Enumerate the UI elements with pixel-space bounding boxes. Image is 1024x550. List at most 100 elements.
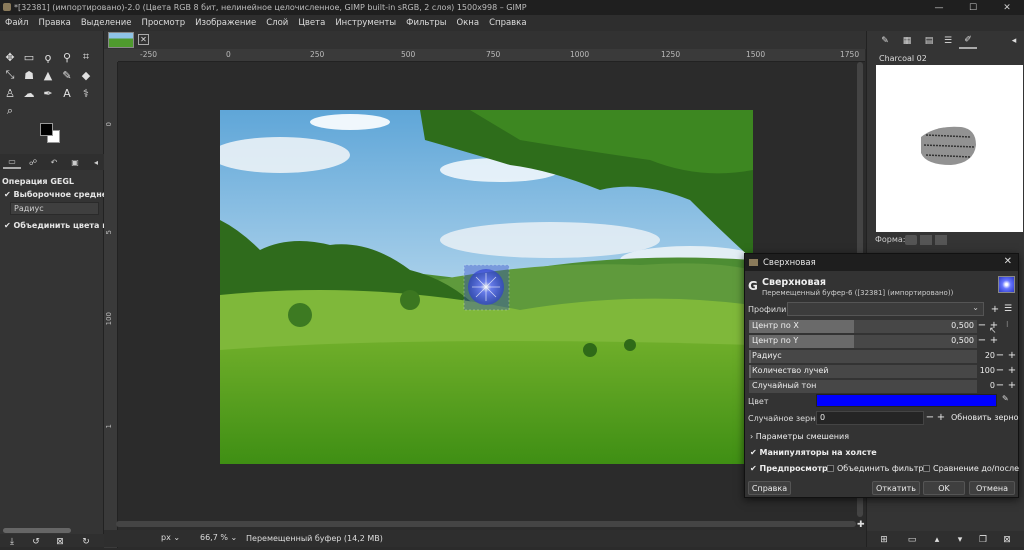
compare-checkbox[interactable]: Сравнение до/после [923,464,1019,473]
color-button[interactable] [816,394,997,407]
radius-field[interactable]: Радиус [10,202,99,215]
images-tab-icon[interactable]: ▣ [66,155,84,169]
add-profile-icon[interactable]: + [990,304,1000,316]
raise-icon[interactable]: ▴ [929,532,945,548]
layers-tab-icon[interactable]: ☰ [939,33,957,49]
crop-icon[interactable]: ⌗ [78,49,94,65]
close-image-icon[interactable]: ✕ [138,34,149,45]
lower-icon[interactable]: ▾ [952,532,968,548]
blend-params-expander[interactable]: › Параметры смешения [750,432,849,441]
new-group-icon[interactable]: ▭ [904,532,920,548]
menu-filters[interactable]: Фильтры [401,18,451,28]
text-tool-icon[interactable]: A [59,85,75,101]
menu-help[interactable]: Справка [484,18,531,28]
merge-filter-checkbox[interactable]: Объединить фильтр [827,464,924,473]
menu-image[interactable]: Изображение [190,18,261,28]
lasso-icon[interactable]: ϙ [40,49,56,65]
paint-brush-tab-icon[interactable]: ✎ [876,33,894,49]
save-options-icon[interactable]: ⤓ [4,534,20,550]
duplicate-icon[interactable]: ❐ [975,532,991,548]
canvas-handles-checkbox[interactable]: ✔ Манипуляторы на холсте [750,448,877,457]
random-hue-slider[interactable]: Случайный тон 0 [749,380,995,393]
decrement-icon[interactable]: − [977,320,987,332]
cancel-button[interactable]: Отмена [969,481,1015,495]
seed-input[interactable]: 0 [816,411,924,425]
menu-layer[interactable]: Слой [261,18,293,28]
preview-checkbox[interactable]: ✔ Предпросмотр [750,464,828,473]
toolbox-scrollbar[interactable] [3,528,71,533]
tool-options-tab-icon[interactable]: ▭ [3,155,21,169]
menu-file[interactable]: Файл [0,18,33,28]
increment-icon[interactable]: + [936,412,946,424]
shape-square-button[interactable] [920,235,932,245]
rect-select-icon[interactable]: ▭ [21,49,37,65]
profiles-select[interactable]: ⌄ [787,302,984,316]
navigate-icon[interactable]: ✚ [857,520,865,530]
warp-icon[interactable]: ☗ [21,67,37,83]
menu-windows[interactable]: Окна [451,18,484,28]
center-x-slider[interactable]: Центр по X 0,500 [749,320,977,333]
device-status-tab-icon[interactable]: ☍ [24,155,42,169]
color-picker-icon[interactable]: ✎ [1002,394,1014,407]
decrement-icon[interactable]: − [977,335,987,347]
shape-diamond-button[interactable] [935,235,947,245]
patterns-tab-icon[interactable]: ▦ [898,33,916,49]
configure-tab-icon[interactable]: ◂ [87,155,105,169]
zoom-icon[interactable]: ⌕ [2,103,18,119]
image-thumbnail[interactable] [108,32,134,48]
horizontal-scrollbar[interactable] [116,521,856,527]
image-canvas[interactable] [220,110,753,464]
paintbrush-icon[interactable]: ✎ [59,67,75,83]
foreground-color-swatch[interactable] [40,123,53,136]
path-icon[interactable]: ✒ [40,85,56,101]
increment-icon[interactable]: + [1007,380,1017,392]
menu-select[interactable]: Выделение [76,18,137,28]
bucket-fill-icon[interactable]: ▲ [40,67,56,83]
increment-icon[interactable]: + [1007,365,1017,377]
smudge-icon[interactable]: ☁ [21,85,37,101]
fonts-tab-icon[interactable]: ▤ [920,33,938,49]
undo-history-tab-icon[interactable]: ↶ [45,155,63,169]
delete-options-icon[interactable]: ⊠ [52,534,68,550]
unit-select[interactable]: px ⌄ [161,533,191,545]
dialog-close-button[interactable]: ✕ [1004,256,1012,267]
color-picker-icon[interactable]: ⚕ [78,85,94,101]
menu-view[interactable]: Просмотр [136,18,190,28]
increment-icon[interactable]: + [1007,350,1017,362]
fuzzy-select-icon[interactable]: ⚲ [59,49,75,65]
restore-options-icon[interactable]: ↺ [28,534,44,550]
menu-tools[interactable]: Инструменты [330,18,401,28]
decrement-icon[interactable]: − [995,350,1005,362]
new-layer-icon[interactable]: ⊞ [876,532,892,548]
shape-circle-button[interactable] [905,235,917,245]
spokes-slider[interactable]: Количество лучей 100 [749,365,995,378]
pick-center-icon[interactable]: ↖ [989,326,999,342]
ok-button[interactable]: OK [923,481,965,495]
decrement-icon[interactable]: − [925,412,935,424]
maximize-button[interactable]: ☐ [956,0,990,15]
radius-slider[interactable]: Радиус 20 [749,350,995,363]
manage-profiles-icon[interactable]: ☰ [1003,304,1013,316]
minimize-button[interactable]: — [922,0,956,15]
decrement-icon[interactable]: − [995,380,1005,392]
close-button[interactable]: ✕ [990,0,1024,15]
brushes-tab-icon[interactable]: ✐ [959,33,977,49]
eraser-icon[interactable]: ◆ [78,67,94,83]
delete-layer-icon[interactable]: ⊠ [999,532,1015,548]
transform-icon[interactable]: ⤡ [2,67,18,83]
option-sample-average[interactable]: ✔ Выборочное среднее [4,190,113,199]
menu-edit[interactable]: Правка [33,18,75,28]
center-y-slider[interactable]: Центр по Y 0,500 [749,335,977,348]
reset-button[interactable]: Откатить [872,481,920,495]
zoom-select[interactable]: 66,7 % ⌄ [200,533,246,545]
move-tool-icon[interactable]: ✥ [2,49,18,65]
help-button[interactable]: Справка [748,481,791,495]
menu-colors[interactable]: Цвета [293,18,330,28]
new-seed-button[interactable]: Обновить зерно [951,413,1019,422]
reset-options-icon[interactable]: ↻ [78,534,94,550]
chain-link-icon[interactable]: ⁝ [1006,320,1014,348]
clone-icon[interactable]: ♙ [2,85,18,101]
configure-tab-icon[interactable]: ◂ [1005,33,1023,49]
decrement-icon[interactable]: − [995,365,1005,377]
option-merge-colors[interactable]: ✔ Объединить цвета все [4,221,117,230]
